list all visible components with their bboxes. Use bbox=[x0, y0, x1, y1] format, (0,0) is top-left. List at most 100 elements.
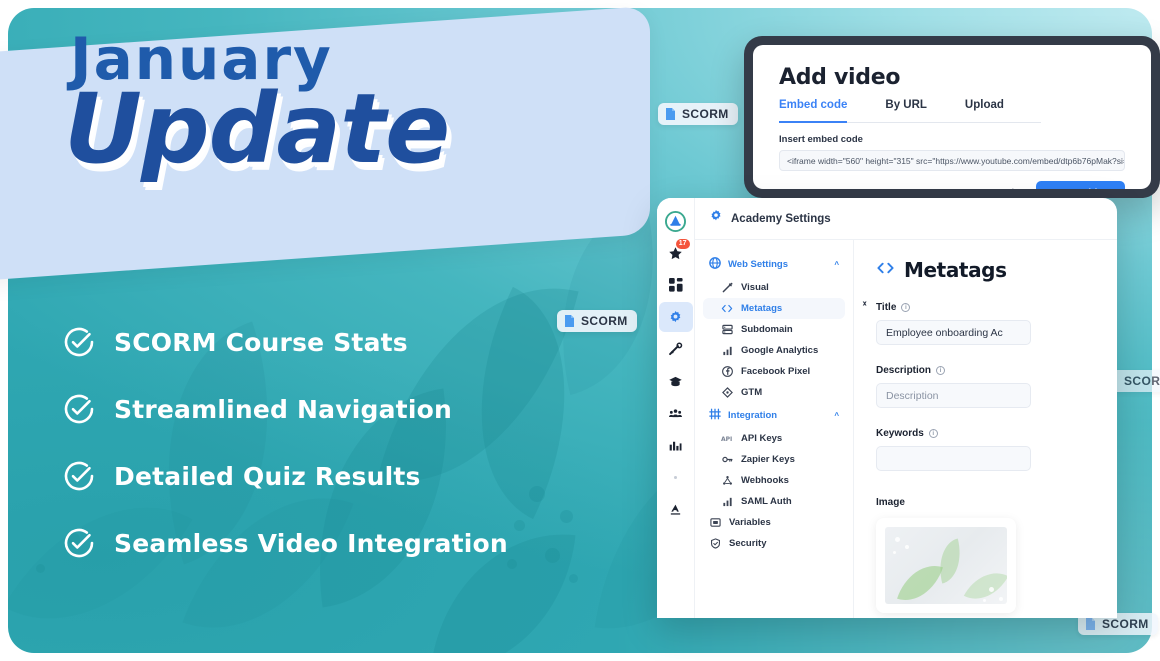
nav-group-label: Integration bbox=[728, 410, 778, 421]
check-circle-icon bbox=[62, 459, 96, 493]
svg-text:API: API bbox=[721, 436, 732, 443]
academy-settings-window: 17 Academy Settings ›‹ Web Settings ^ Vi… bbox=[657, 198, 1117, 618]
keywords-input[interactable] bbox=[876, 446, 1031, 471]
panel-title: Metatags bbox=[876, 258, 1117, 282]
sidebar-item-facebook-pixel[interactable]: Facebook Pixel bbox=[703, 361, 845, 382]
dot-decoration bbox=[36, 564, 45, 573]
globe-icon bbox=[709, 257, 721, 272]
facebook-icon bbox=[721, 366, 733, 377]
sidebar-item-webhooks[interactable]: Webhooks bbox=[703, 470, 845, 491]
sidebar-item-google-analytics[interactable]: Google Analytics bbox=[703, 340, 845, 361]
scorm-badge-label: SCORM bbox=[1102, 617, 1149, 631]
scorm-badge-label: SCORM bbox=[682, 107, 729, 121]
scorm-badge: SCORM bbox=[557, 310, 637, 332]
sidebar-collapse-toggle[interactable]: ›‹ bbox=[862, 298, 866, 309]
sidebar-item-api-keys[interactable]: API API Keys bbox=[703, 428, 845, 449]
modal-tab-bar: Embed code By URL Upload bbox=[779, 99, 1041, 123]
sidebar-item-variables[interactable]: Variables bbox=[703, 512, 845, 533]
feature-item: SCORM Course Stats bbox=[62, 325, 622, 359]
field-label-text: Description bbox=[876, 365, 932, 376]
settings-columns: ›‹ Web Settings ^ Visual Metatags Subdom… bbox=[695, 240, 1117, 618]
sidebar-item-label: Google Analytics bbox=[741, 345, 819, 356]
nav-group-web-settings[interactable]: Web Settings ^ bbox=[703, 252, 845, 277]
keywords-field-label: Keywords i bbox=[876, 428, 1117, 439]
sidebar-item-label: SAML Auth bbox=[741, 496, 792, 507]
info-icon[interactable]: i bbox=[928, 429, 938, 438]
graduation-cap-icon[interactable] bbox=[659, 366, 693, 396]
feature-label: Detailed Quiz Results bbox=[114, 461, 421, 491]
sidebar-item-label: API Keys bbox=[741, 433, 783, 444]
feature-label: Seamless Video Integration bbox=[114, 528, 508, 558]
file-icon bbox=[564, 314, 575, 328]
sidebar-item-label: Metatags bbox=[741, 303, 783, 314]
academy-logo-icon[interactable] bbox=[659, 206, 693, 236]
file-icon bbox=[1085, 617, 1096, 631]
integration-icon bbox=[709, 408, 721, 423]
embed-code-input[interactable]: <iframe width="560" height="315" src="ht… bbox=[779, 150, 1125, 171]
tab-by-url[interactable]: By URL bbox=[885, 99, 927, 116]
sidebar-item-metatags[interactable]: Metatags bbox=[703, 298, 845, 319]
modal-title: Add video bbox=[779, 65, 901, 90]
sidebar-item-label: Webhooks bbox=[741, 475, 789, 486]
settings-body: Academy Settings ›‹ Web Settings ^ Visua… bbox=[695, 198, 1117, 618]
bar-chart-icon[interactable] bbox=[659, 430, 693, 460]
dashboard-grid-icon[interactable] bbox=[659, 270, 693, 300]
cancel-button[interactable]: Cancel bbox=[975, 183, 1022, 189]
code-brackets-icon bbox=[876, 261, 895, 279]
modal-actions: Cancel Insert Video bbox=[779, 181, 1125, 189]
sidebar-item-visual[interactable]: Visual bbox=[703, 277, 845, 298]
tag-manager-icon bbox=[721, 387, 733, 398]
notification-badge: 17 bbox=[675, 239, 690, 250]
sidebar-item-zapier-keys[interactable]: Zapier Keys bbox=[703, 449, 845, 470]
dot-icon[interactable] bbox=[659, 462, 693, 492]
shield-icon bbox=[709, 538, 721, 549]
nav-group-integration[interactable]: Integration ^ bbox=[703, 403, 845, 428]
check-circle-icon bbox=[62, 392, 96, 426]
feature-label: SCORM Course Stats bbox=[114, 327, 408, 357]
panel-title-label: Metatags bbox=[904, 258, 1007, 282]
slide-canvas: January Update SCORM Course Stats Stream… bbox=[0, 0, 1160, 661]
sidebar-item-saml-auth[interactable]: SAML Auth bbox=[703, 491, 845, 512]
description-field-label: Description i bbox=[876, 365, 1117, 376]
image-field-label: Image bbox=[876, 497, 905, 508]
info-icon[interactable]: i bbox=[936, 366, 946, 375]
gear-icon[interactable] bbox=[658, 302, 693, 332]
text-a-icon[interactable] bbox=[659, 494, 693, 524]
chevron-up-icon[interactable]: ^ bbox=[834, 260, 839, 269]
title-input[interactable]: Employee onboarding Ac bbox=[876, 320, 1031, 345]
scorm-badge-label: SCORM bbox=[581, 314, 628, 328]
sidebar-item-label: Variables bbox=[729, 517, 771, 528]
analytics-bars-icon bbox=[721, 496, 733, 507]
chevron-up-icon[interactable]: ^ bbox=[834, 411, 839, 420]
sidebar-item-gtm[interactable]: GTM bbox=[703, 382, 845, 403]
insert-video-button[interactable]: Insert Video bbox=[1035, 181, 1125, 189]
feature-label: Streamlined Navigation bbox=[114, 394, 452, 424]
page-title: Academy Settings bbox=[731, 212, 831, 225]
sidebar-item-subdomain[interactable]: Subdomain bbox=[703, 319, 845, 340]
device-frame: Add video Embed code By URL Upload Inser… bbox=[744, 36, 1160, 198]
people-group-icon[interactable] bbox=[659, 398, 693, 428]
sidebar-item-label: Security bbox=[729, 538, 767, 549]
page-title-update: Update bbox=[64, 73, 450, 185]
tab-upload[interactable]: Upload bbox=[965, 99, 1004, 116]
description-input[interactable]: Description bbox=[876, 383, 1031, 408]
metatags-panel: Metatags Title i Employee onboarding Ac … bbox=[853, 240, 1117, 618]
hero-title-block: January Update bbox=[0, 30, 660, 260]
feature-item: Streamlined Navigation bbox=[62, 392, 622, 426]
analytics-bars-icon bbox=[721, 345, 733, 356]
feature-item: Seamless Video Integration bbox=[62, 526, 622, 560]
tab-embed-code[interactable]: Embed code bbox=[779, 99, 848, 123]
info-icon[interactable]: i bbox=[901, 303, 911, 312]
sidebar-item-label: Subdomain bbox=[741, 324, 793, 335]
field-label-text: Keywords bbox=[876, 428, 924, 439]
sidebar-item-label: Zapier Keys bbox=[741, 454, 795, 465]
field-label-text: Title bbox=[876, 302, 897, 313]
webhook-icon bbox=[721, 475, 733, 486]
sidebar-item-security[interactable]: Security bbox=[703, 533, 845, 554]
star-icon[interactable]: 17 bbox=[659, 238, 693, 268]
nav-group-label: Web Settings bbox=[728, 259, 788, 270]
variables-icon bbox=[709, 517, 721, 528]
image-preview-card[interactable] bbox=[876, 518, 1016, 613]
design-wand-icon[interactable] bbox=[659, 334, 693, 364]
file-icon bbox=[665, 107, 676, 121]
